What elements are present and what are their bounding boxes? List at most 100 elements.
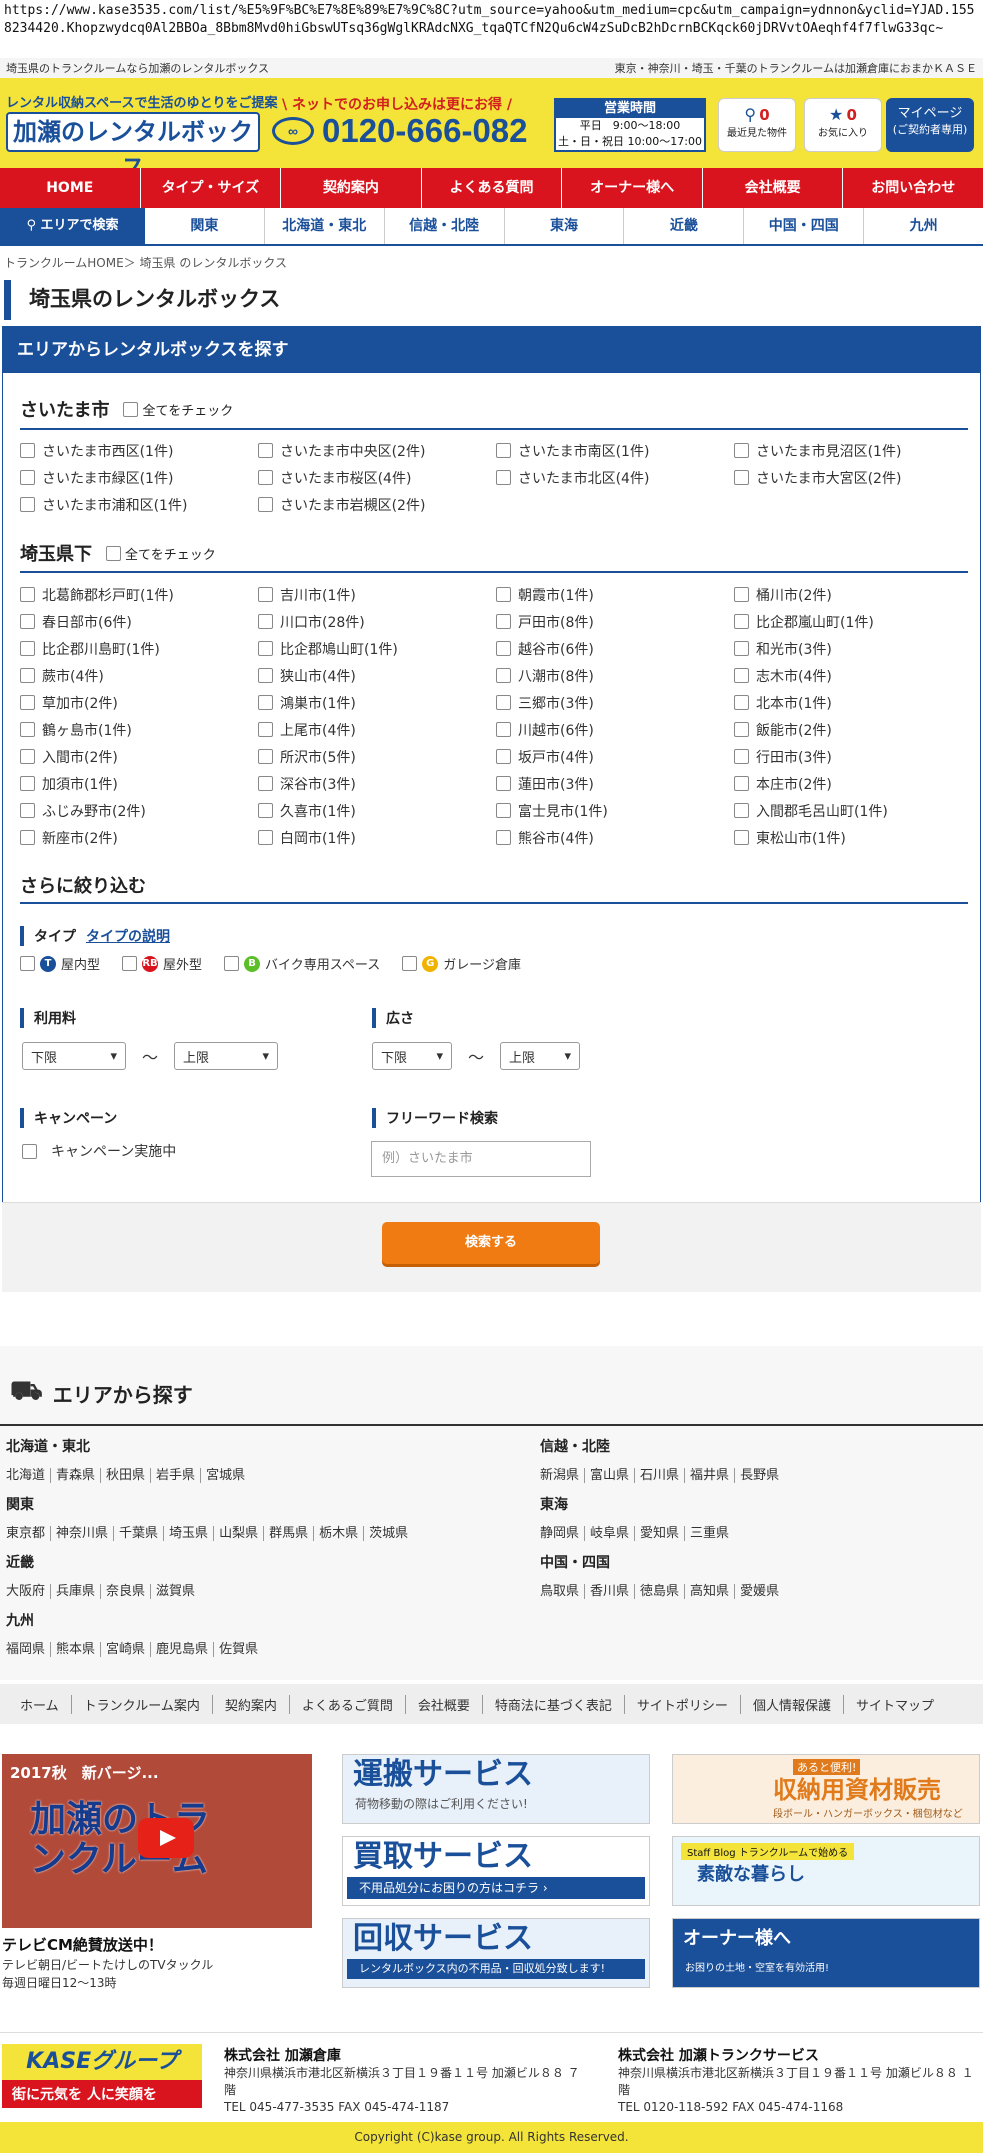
address-bar-url[interactable]: https://www.kase3535.com/list/%E5%9F%BC%… (4, 2, 979, 38)
checkbox[interactable] (496, 614, 511, 629)
area-checkbox-item[interactable]: 吉川市(1件) (258, 584, 496, 605)
checkbox[interactable] (496, 749, 511, 764)
checkbox[interactable] (258, 614, 273, 629)
area-checkbox-item[interactable]: さいたま市中央区(2件) (258, 440, 496, 461)
checkbox[interactable] (496, 587, 511, 602)
prefecture-link[interactable]: 宮城県 (201, 1468, 250, 1483)
area-checkbox-item[interactable]: 入間郡毛呂山町(1件) (734, 800, 972, 821)
area-checkbox-item[interactable]: 飯能市(2件) (734, 719, 972, 740)
area-tokai[interactable]: 東海 (505, 208, 625, 244)
checkbox[interactable] (258, 443, 273, 458)
area-checkbox-item[interactable]: 草加市(2件) (20, 692, 258, 713)
breadcrumb[interactable]: トランクルームHOME＞ 埼玉県 のレンタルボックス (4, 254, 287, 271)
area-checkbox-item[interactable]: さいたま市浦和区(1件) (20, 494, 258, 515)
banner-collection[interactable]: 回収サービス レンタルボックス内の不用品・回収処分致します! (342, 1918, 650, 1988)
prefecture-link[interactable]: 富山県 (585, 1468, 636, 1483)
area-checkbox-item[interactable]: 入間市(2件) (20, 746, 258, 767)
area-checkbox-item[interactable]: さいたま市北区(4件) (496, 467, 734, 488)
area-checkbox-item[interactable]: さいたま市緑区(1件) (20, 467, 258, 488)
nav-owner[interactable]: オーナー様へ (562, 168, 703, 208)
checkbox[interactable] (20, 722, 35, 737)
play-button-icon[interactable] (138, 1818, 194, 1858)
area-checkbox-item[interactable]: 桶川市(2件) (734, 584, 972, 605)
area-checkbox-item[interactable]: 北本市(1件) (734, 692, 972, 713)
checkbox[interactable] (20, 614, 35, 629)
area-checkbox-item[interactable]: 白岡市(1件) (258, 827, 496, 848)
area-checkbox-item[interactable]: 所沢市(5件) (258, 746, 496, 767)
area-checkbox-item[interactable]: さいたま市西区(1件) (20, 440, 258, 461)
area-checkbox-item[interactable]: 川越市(6件) (496, 719, 734, 740)
prefecture-link[interactable]: 大阪府 (6, 1584, 52, 1599)
footer-nav-link[interactable]: サイトマップ (844, 1695, 946, 1714)
area-checkbox-item[interactable]: 蕨市(4件) (20, 665, 258, 686)
banner-staff-blog[interactable]: Staff Blog トランクルームで始める 素敵な暮らし (672, 1836, 980, 1906)
footer-nav-link[interactable]: サイトポリシー (625, 1694, 741, 1714)
recent-viewed-button[interactable]: ⚲ 0 最近見た物件 (718, 98, 796, 152)
prefecture-link[interactable]: 宮崎県 (101, 1642, 152, 1657)
checkbox[interactable] (20, 749, 35, 764)
footer-nav-link[interactable]: 会社概要 (406, 1694, 483, 1714)
area-checkbox-item[interactable]: 深谷市(3件) (258, 773, 496, 794)
checkbox[interactable] (258, 641, 273, 656)
nav-home[interactable]: HOME (0, 168, 141, 208)
area-checkbox-item[interactable]: 比企郡川島町(1件) (20, 638, 258, 659)
prefecture-link[interactable]: 佐賀県 (214, 1642, 263, 1657)
checkbox[interactable] (258, 722, 273, 737)
banner-buyback[interactable]: 買取サービス 不用品処分にお困りの方はコチラ › (342, 1836, 650, 1906)
footer-nav-link[interactable]: トランクルーム案内 (72, 1694, 213, 1714)
checkbox[interactable] (496, 803, 511, 818)
area-checkbox-item[interactable]: 春日部市(6件) (20, 611, 258, 632)
checkbox[interactable] (402, 956, 418, 971)
area-checkbox-item[interactable]: 川口市(28件) (258, 611, 496, 632)
checkbox[interactable] (734, 587, 749, 602)
area-checkbox-item[interactable]: 比企郡鳩山町(1件) (258, 638, 496, 659)
area-shinetsu-hokuriku[interactable]: 信越・北陸 (385, 208, 505, 244)
checkbox[interactable] (20, 668, 35, 683)
checkbox[interactable] (224, 956, 240, 971)
checkbox[interactable] (258, 470, 273, 485)
checkbox[interactable] (258, 587, 273, 602)
area-checkbox-item[interactable]: 上尾市(4件) (258, 719, 496, 740)
prefecture-link[interactable]: 兵庫県 (51, 1584, 102, 1599)
phone-number[interactable]: ∞ 0120-666-082 (272, 112, 528, 150)
checkbox[interactable] (20, 956, 35, 971)
area-checkbox-item[interactable]: 東松山市(1件) (734, 827, 972, 848)
checkbox[interactable] (20, 803, 35, 818)
area-checkbox-item[interactable]: 朝霞市(1件) (496, 584, 734, 605)
area-checkbox-item[interactable]: 越谷市(6件) (496, 638, 734, 659)
checkbox[interactable] (734, 470, 749, 485)
prefecture-link[interactable]: 鹿児島県 (151, 1642, 215, 1657)
area-checkbox-item[interactable]: さいたま市見沼区(1件) (734, 440, 972, 461)
checkbox[interactable] (258, 695, 273, 710)
checkbox[interactable] (734, 722, 749, 737)
checkbox[interactable] (496, 722, 511, 737)
area-checkbox-item[interactable]: 加須市(1件) (20, 773, 258, 794)
freeword-input[interactable]: 例）さいたま市 (371, 1141, 591, 1177)
area-checkbox-item[interactable]: 志木市(4件) (734, 665, 972, 686)
checkbox[interactable] (496, 470, 511, 485)
prefecture-link[interactable]: 福岡県 (6, 1642, 52, 1657)
prefecture-link[interactable]: 長野県 (735, 1468, 784, 1483)
type-option[interactable]: RB 屋外型 (122, 954, 202, 973)
area-checkbox-item[interactable]: 北葛飾郡杉戸町(1件) (20, 584, 258, 605)
checkbox[interactable] (496, 443, 511, 458)
checkbox[interactable] (20, 830, 35, 845)
area-checkbox-item[interactable]: 蓮田市(3件) (496, 773, 734, 794)
area-checkbox-item[interactable]: 坂戸市(4件) (496, 746, 734, 767)
area-checkbox-item[interactable]: 鴻巣市(1件) (258, 692, 496, 713)
checkbox[interactable] (496, 695, 511, 710)
checkbox[interactable] (20, 776, 35, 791)
nav-contract[interactable]: 契約案内 (281, 168, 422, 208)
prefecture-link[interactable]: 秋田県 (101, 1468, 152, 1483)
prefecture-link[interactable]: 三重県 (685, 1526, 734, 1541)
prefecture-link[interactable]: 岩手県 (151, 1468, 202, 1483)
prefecture-link[interactable]: 香川県 (585, 1584, 636, 1599)
area-checkbox-item[interactable]: 戸田市(8件) (496, 611, 734, 632)
prefecture-link[interactable]: 北海道 (6, 1468, 52, 1483)
prefecture-link[interactable]: 熊本県 (51, 1642, 102, 1657)
fee-upper-select[interactable]: 上限 ▾ (174, 1042, 279, 1070)
area-checkbox-item[interactable]: 比企郡嵐山町(1件) (734, 611, 972, 632)
favorites-button[interactable]: ★ 0 お気に入り (804, 98, 882, 152)
area-kyushu[interactable]: 九州 (864, 208, 983, 244)
area-checkbox-item[interactable]: さいたま市岩槻区(2件) (258, 494, 496, 515)
